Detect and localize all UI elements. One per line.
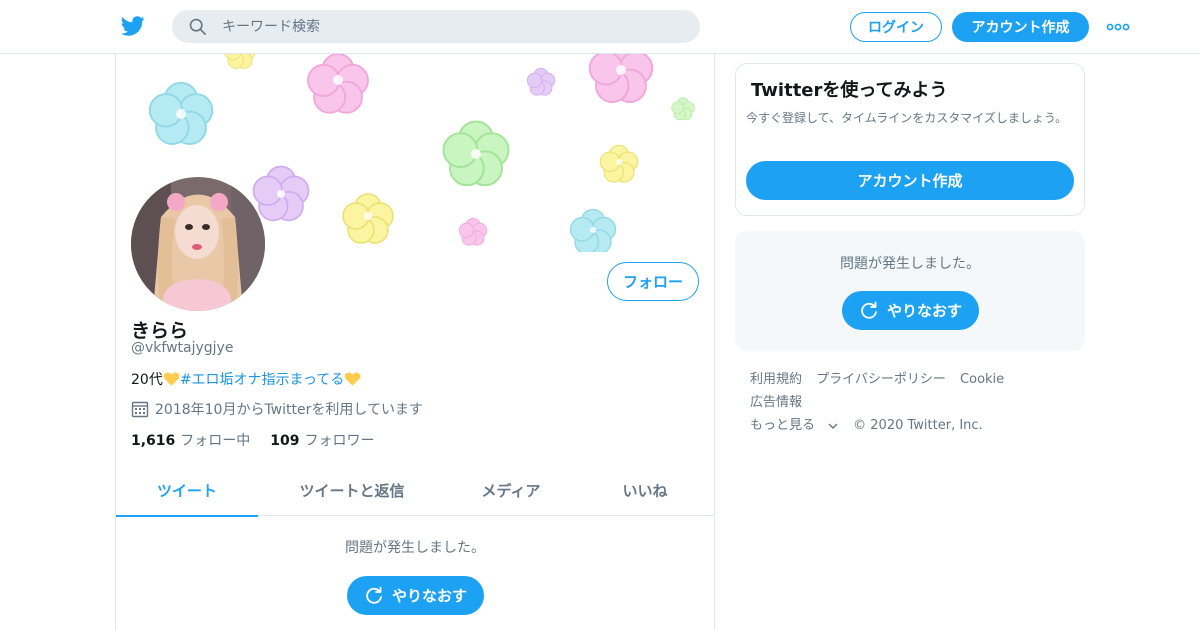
signup-card-button[interactable]: アカウント作成 [746, 161, 1074, 200]
top-navigation-bar: ログイン アカウント作成 [0, 0, 1200, 54]
followers-count: 109 [270, 433, 300, 449]
avatar-photo [131, 177, 265, 311]
profile-bio: 20代 #エロ垢オナ指示まってる [131, 369, 361, 389]
retry-label: やりなおす [886, 302, 962, 320]
tab-tweets-and-replies[interactable]: ツイートと返信 [258, 464, 446, 516]
refresh-icon [366, 586, 382, 604]
profile-handle[interactable]: @vkfwtajygjye [131, 340, 233, 356]
sidebar-error-box: 問題が発生しました。 やりなおす [735, 231, 1085, 351]
search-input[interactable] [222, 10, 682, 43]
login-button[interactable]: ログイン [850, 12, 942, 42]
signup-button[interactable]: アカウント作成 [952, 12, 1089, 42]
search-icon [189, 18, 207, 36]
followers-stat[interactable]: 109 フォロワー [270, 430, 374, 450]
twitter-bird-icon[interactable] [120, 14, 146, 38]
footer-links-row: 利用規約 プライバシーポリシー Cookie 広告情報 [750, 368, 1080, 414]
footer-more-label: もっと見る [750, 418, 816, 433]
timeline-retry-button[interactable]: やりなおす [347, 576, 484, 615]
sidebar-retry-button[interactable]: やりなおす [842, 291, 979, 330]
following-stat[interactable]: 1,616 フォロー中 [131, 430, 250, 450]
profile-tabs: ツイート ツイートと返信 メディア いいね [116, 464, 714, 517]
sidebar-error-message: 問題が発生しました。 [840, 256, 980, 272]
follow-button[interactable]: フォロー [607, 262, 699, 301]
joined-date: 2018年10月からTwitterを利用しています [131, 399, 423, 419]
footer-copyright: © 2020 Twitter, Inc. [853, 418, 983, 433]
yellow-heart-icon [163, 372, 180, 386]
tab-tweets[interactable]: ツイート [116, 464, 258, 517]
refresh-icon [861, 301, 877, 319]
footer-second-row: もっと見る © 2020 Twitter, Inc. [750, 414, 1080, 437]
following-label: フォロー中 [180, 433, 251, 449]
profile-name: きらら [131, 320, 189, 342]
yellow-heart-icon [344, 372, 361, 386]
profile-column: フォロー きらら @vkfwtajygjye 20代 #エロ垢オナ指示まってる … [115, 54, 715, 630]
signup-card-description: 今すぐ登録して、タイムラインをカスタマイズしましょう。 [746, 111, 1068, 125]
following-count: 1,616 [131, 433, 176, 449]
footer-link-cookie[interactable]: Cookie [960, 368, 1004, 391]
sidebar-footer: 利用規約 プライバシーポリシー Cookie 広告情報 もっと見る © 2020… [750, 368, 1080, 437]
footer-more-link[interactable]: もっと見る [750, 414, 839, 437]
tab-likes[interactable]: いいね [576, 464, 714, 516]
joined-text: 2018年10月からTwitterを利用しています [155, 402, 423, 418]
timeline-error-message: 問題が発生しました。 [345, 540, 485, 556]
footer-link-terms[interactable]: 利用規約 [750, 368, 802, 391]
calendar-icon [131, 401, 149, 418]
tab-media[interactable]: メディア [446, 464, 576, 516]
followers-label: フォロワー [304, 433, 375, 449]
signup-card: Twitterを使ってみよう 今すぐ登録して、タイムラインをカスタマイズしましょ… [735, 63, 1085, 216]
more-dots-icon[interactable] [1106, 20, 1130, 34]
footer-link-privacy[interactable]: プライバシーポリシー [816, 368, 946, 391]
footer-link-ads[interactable]: 広告情報 [750, 391, 802, 414]
retry-label: やりなおす [391, 587, 467, 605]
follow-stats: 1,616 フォロー中 109 フォロワー [131, 430, 375, 450]
profile-avatar[interactable] [131, 177, 265, 311]
chevron-down-icon [828, 423, 838, 429]
bio-text: 20代 [131, 372, 163, 388]
search-bar[interactable] [172, 10, 700, 43]
bio-hashtag-link[interactable]: #エロ垢オナ指示まってる [180, 369, 344, 389]
signup-card-title: Twitterを使ってみよう [751, 80, 948, 101]
